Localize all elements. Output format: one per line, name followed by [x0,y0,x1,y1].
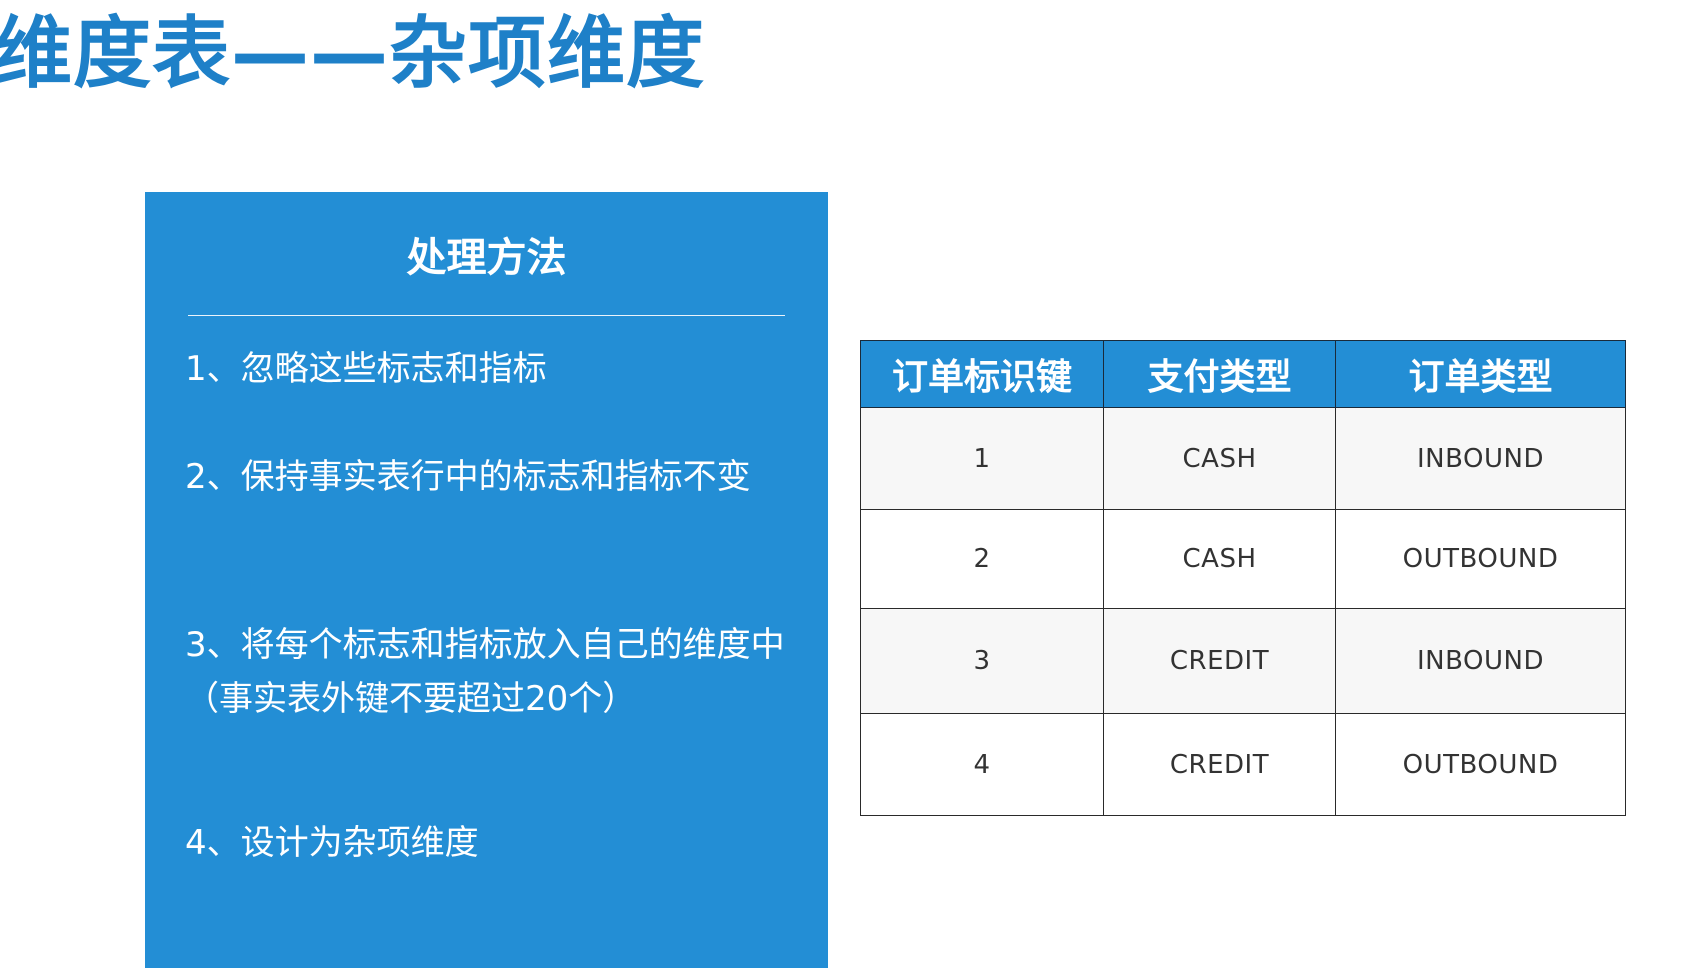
method-item-4: 4、设计为杂项维度 [185,823,479,863]
cell-payment-type: CREDIT [1103,608,1336,714]
cell-order-type: INBOUND [1335,608,1626,714]
cell-order-type: OUTBOUND [1335,713,1626,816]
method-panel: 处理方法 1、忽略这些标志和指标 2、保持事实表行中的标志和指标不变 3、将每个… [145,192,828,968]
header-payment-type: 支付类型 [1103,340,1336,408]
cell-order-key: 1 [860,407,1104,510]
cell-order-key: 3 [860,608,1104,714]
table-row: 1 CASH INBOUND [860,407,1626,510]
cell-payment-type: CASH [1103,509,1336,609]
cell-order-key: 4 [860,713,1104,816]
page-title: 维度表——杂项维度 [0,9,706,99]
table-row: 3 CREDIT INBOUND [860,608,1626,714]
method-item-3: 3、将每个标志和指标放入自己的维度中（事实表外键不要超过20个） [185,625,785,719]
cell-order-type: OUTBOUND [1335,509,1626,609]
panel-divider [188,315,785,316]
cell-order-key: 2 [860,509,1104,609]
table-row: 2 CASH OUTBOUND [860,509,1626,609]
table-row: 4 CREDIT OUTBOUND [860,713,1626,816]
header-order-type: 订单类型 [1335,340,1626,408]
table-header-row: 订单标识键 支付类型 订单类型 [860,340,1626,408]
panel-heading: 处理方法 [406,235,567,281]
method-item-2: 2、保持事实表行中的标志和指标不变 [185,457,751,497]
cell-payment-type: CASH [1103,407,1336,510]
method-item-1: 1、忽略这些标志和指标 [185,349,547,389]
cell-payment-type: CREDIT [1103,713,1336,816]
junk-dimension-table: 订单标识键 支付类型 订单类型 1 CASH INBOUND 2 CASH OU… [860,340,1626,816]
cell-order-type: INBOUND [1335,407,1626,510]
header-order-key: 订单标识键 [860,340,1104,408]
